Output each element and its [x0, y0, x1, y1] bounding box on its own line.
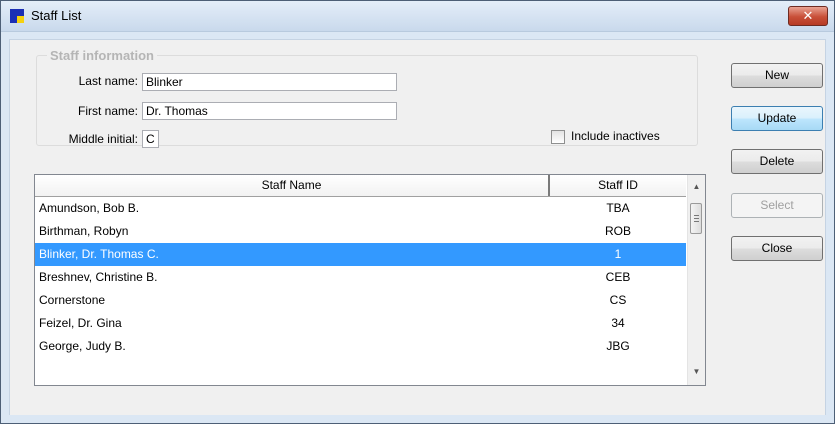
staff-name-cell: Amundson, Bob B.	[39, 201, 140, 215]
table-row[interactable]: Cornerstone CS	[35, 289, 686, 312]
group-legend: Staff information	[50, 48, 154, 63]
staff-name-cell: Blinker, Dr. Thomas C.	[39, 247, 159, 261]
close-window-button[interactable]: ✕	[788, 6, 828, 26]
include-inactives-checkbox[interactable]	[551, 130, 565, 144]
staff-name-cell: George, Judy B.	[39, 339, 126, 353]
staff-id-cell: TBA	[606, 201, 630, 215]
scroll-thumb[interactable]	[690, 203, 702, 234]
delete-button[interactable]: Delete	[731, 149, 823, 174]
scroll-down-icon[interactable]: ▼	[688, 363, 705, 380]
staff-id-cell: JBG	[606, 339, 630, 353]
middle-initial-field[interactable]: C	[142, 130, 159, 148]
list-rows: Amundson, Bob B. TBA Birthman, Robyn ROB B…	[35, 197, 686, 358]
vertical-scrollbar[interactable]: ▲ ▼	[687, 175, 705, 385]
staff-id-cell: CEB	[605, 270, 631, 284]
table-row-selected[interactable]: Blinker, Dr. Thomas C. 1	[35, 243, 686, 266]
window-title: Staff List	[31, 8, 82, 23]
staff-list-window: Staff List ✕ Staff information Last name…	[0, 0, 835, 424]
close-button[interactable]: Close	[731, 236, 823, 261]
title-bar[interactable]: Staff List ✕	[1, 1, 834, 32]
table-row[interactable]: Breshnev, Christine B. CEB	[35, 266, 686, 289]
staff-listview[interactable]: Staff Name Staff ID Amundson, Bob B. TBA …	[34, 174, 706, 386]
first-name-label: First name:	[77, 104, 138, 118]
table-row[interactable]: George, Judy B. JBG	[35, 335, 686, 358]
app-icon	[10, 9, 24, 23]
first-name-field[interactable]: Dr. Thomas	[142, 102, 397, 120]
last-name-field[interactable]: Blinker	[142, 73, 397, 91]
staff-name-cell: Birthman, Robyn	[39, 224, 129, 238]
list-header: Staff Name Staff ID	[35, 175, 686, 197]
staff-id-cell: ROB	[604, 224, 631, 238]
table-row[interactable]: Amundson, Bob B. TBA	[35, 197, 686, 220]
window-bottom-border	[1, 415, 834, 423]
table-row[interactable]: Birthman, Robyn ROB	[35, 220, 686, 243]
staff-name-cell: Breshnev, Christine B.	[39, 270, 158, 284]
last-name-label: Last name:	[78, 74, 138, 88]
column-header-staff-id[interactable]: Staff ID	[550, 175, 686, 196]
new-button[interactable]: New	[731, 63, 823, 88]
update-button[interactable]: Update	[731, 106, 823, 131]
staff-id-cell: 1	[614, 247, 622, 261]
select-button[interactable]: Select	[731, 193, 823, 218]
dialog-body: Staff information Last name: Blinker Fir…	[9, 39, 826, 417]
staff-name-cell: Feizel, Dr. Gina	[39, 316, 122, 330]
staff-name-cell: Cornerstone	[39, 293, 106, 307]
staff-id-cell: CS	[609, 293, 627, 307]
scroll-up-icon[interactable]: ▲	[688, 178, 705, 195]
staff-id-cell: 34	[611, 316, 625, 330]
include-inactives-label: Include inactives	[571, 129, 660, 143]
table-row[interactable]: Feizel, Dr. Gina 34	[35, 312, 686, 335]
column-header-staff-name[interactable]: Staff Name	[35, 175, 550, 196]
middle-initial-label: Middle initial:	[68, 132, 138, 146]
